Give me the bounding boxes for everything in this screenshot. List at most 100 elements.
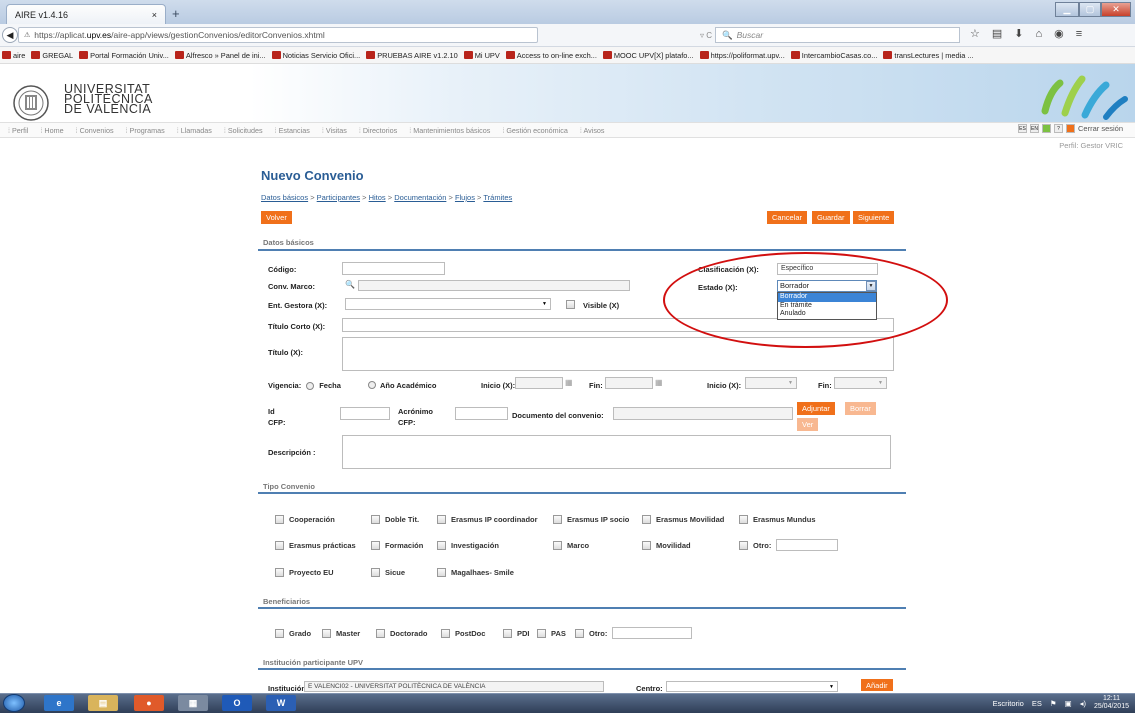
bookmark-item[interactable]: transLectures | media ...: [883, 51, 974, 60]
checkbox[interactable]: [275, 629, 284, 638]
close-icon[interactable]: ✕: [1101, 2, 1131, 17]
bookmark-item[interactable]: https://poliformat.upv...: [699, 51, 785, 60]
back-button[interactable]: Volver: [261, 211, 292, 224]
checkbox[interactable]: [537, 629, 546, 638]
bookmark-item[interactable]: IntercambioCasas.co...: [790, 51, 877, 60]
breadcrumb-link[interactable]: Flujos: [455, 193, 475, 202]
checkbox-option[interactable]: Cooperación: [275, 515, 335, 524]
calendar-icon[interactable]: ▦: [655, 378, 663, 387]
checkbox[interactable]: [437, 515, 446, 524]
menu-item[interactable]: Avisos: [580, 126, 604, 135]
ver-button[interactable]: Ver: [797, 418, 819, 431]
breadcrumb-link[interactable]: Trámites: [483, 193, 512, 202]
menu-item[interactable]: Perfil: [8, 126, 28, 135]
checkbox[interactable]: [376, 629, 385, 638]
fin-input[interactable]: [605, 377, 653, 389]
institucion-input[interactable]: E VALENCI02 - UNIVERSITAT POLITÈCNICA DE…: [304, 681, 604, 692]
adjuntar-button[interactable]: Adjuntar: [797, 402, 835, 415]
bookmark-item[interactable]: Noticias Servicio Ofici...: [271, 51, 360, 60]
home-icon[interactable]: ⌂: [1036, 28, 1043, 40]
borrar-button[interactable]: Borrar: [845, 402, 876, 415]
descripcion-input[interactable]: [342, 435, 891, 469]
flag-icon[interactable]: ⚑: [1050, 699, 1057, 708]
bookmark-item[interactable]: Access to on-line exch...: [505, 51, 597, 60]
green-badge-icon[interactable]: [1041, 124, 1051, 133]
fecha-radio[interactable]: [306, 381, 315, 390]
checkbox-option[interactable]: Proyecto EU: [275, 568, 334, 577]
checkbox[interactable]: [437, 541, 446, 550]
menu-item[interactable]: Solicitudes: [224, 126, 263, 135]
menu-item[interactable]: Convenios: [76, 126, 114, 135]
breadcrumb-link[interactable]: Participantes: [317, 193, 360, 202]
menu-item[interactable]: Programas: [126, 126, 165, 135]
lang-es-icon[interactable]: ES: [1017, 124, 1027, 133]
checkbox-option[interactable]: Magalhaes- Smile: [437, 568, 514, 577]
word-icon[interactable]: W: [266, 695, 296, 711]
checkbox-option[interactable]: PostDoc: [441, 629, 485, 638]
lock-icon[interactable]: [1065, 124, 1075, 133]
reading-list-icon[interactable]: ▤: [992, 27, 1002, 40]
checkbox-option[interactable]: Erasmus prácticas: [275, 541, 356, 550]
calendar-icon[interactable]: ▦: [565, 378, 573, 387]
checkbox-option[interactable]: Formación: [371, 541, 423, 550]
checkbox-option[interactable]: PDI: [503, 629, 530, 638]
checkbox[interactable]: [322, 629, 331, 638]
chrome-icon[interactable]: ●: [134, 695, 164, 711]
id-cfp-input[interactable]: [340, 407, 390, 420]
checkbox[interactable]: [503, 629, 512, 638]
ie-icon[interactable]: e: [44, 695, 74, 711]
checkbox-option[interactable]: Erasmus Mundus: [739, 515, 816, 524]
checkbox-option[interactable]: Investigación: [437, 541, 499, 550]
breadcrumb-link[interactable]: Hitos: [369, 193, 386, 202]
checkbox-option[interactable]: Otro:: [575, 629, 607, 638]
tipo-otro-input[interactable]: [776, 539, 838, 551]
bookmark-item[interactable]: GREGAL: [31, 51, 73, 60]
checkbox[interactable]: [642, 515, 651, 524]
bookmark-item[interactable]: PRUEBAS AIRE v1.2.10: [366, 51, 458, 60]
menu-item[interactable]: Home: [40, 126, 63, 135]
checkbox[interactable]: [739, 541, 748, 550]
checkbox-option[interactable]: Erasmus IP socio: [553, 515, 629, 524]
checkbox-option[interactable]: Master: [322, 629, 360, 638]
reload-icon[interactable]: ▿ C: [700, 31, 712, 40]
inicio2-select[interactable]: ▼: [745, 377, 797, 389]
menu-item[interactable]: Llamadas: [177, 126, 212, 135]
chat-icon[interactable]: ◉: [1054, 27, 1064, 40]
fin2-select[interactable]: ▼: [834, 377, 887, 389]
download-icon[interactable]: ⬇: [1014, 27, 1023, 40]
bookmark-item[interactable]: aire: [2, 51, 25, 60]
visible-checkbox[interactable]: [566, 300, 575, 309]
checkbox-option[interactable]: Sicue: [371, 568, 405, 577]
volume-icon[interactable]: ◂): [1080, 699, 1086, 708]
menu-item[interactable]: Directorios: [359, 126, 397, 135]
bookmark-item[interactable]: MOOC UPV[X] platafo...: [602, 51, 694, 60]
upv-logo-icon[interactable]: [12, 84, 52, 122]
clock[interactable]: 12:11 25/04/2015: [1094, 695, 1129, 711]
explorer-icon[interactable]: ▤: [88, 695, 118, 711]
escritorio-label[interactable]: Escritorio: [993, 699, 1024, 708]
menu-item[interactable]: Mantenimientos básicos: [409, 126, 490, 135]
checkbox[interactable]: [371, 515, 380, 524]
maximize-icon[interactable]: ▢: [1079, 2, 1101, 17]
documento-input[interactable]: [613, 407, 793, 420]
bookmark-item[interactable]: Portal Formación Univ...: [79, 51, 169, 60]
benef-otro-input[interactable]: [612, 627, 692, 639]
ent-gestora-select[interactable]: ▼: [345, 298, 551, 310]
calculator-icon[interactable]: ▦: [178, 695, 208, 711]
save-button[interactable]: Guardar: [812, 211, 850, 224]
checkbox-option[interactable]: PAS: [537, 629, 566, 638]
cancel-button[interactable]: Cancelar: [767, 211, 808, 224]
checkbox-option[interactable]: Doctorado: [376, 629, 428, 638]
lang-en-icon[interactable]: EN: [1029, 124, 1039, 133]
checkbox-option[interactable]: Otro:: [739, 541, 771, 550]
checkbox[interactable]: [275, 568, 284, 577]
menu-item[interactable]: Estancias: [275, 126, 310, 135]
codigo-input[interactable]: [342, 262, 445, 275]
anio-radio[interactable]: [368, 381, 376, 389]
checkbox[interactable]: [575, 629, 584, 638]
acronimo-input[interactable]: [455, 407, 508, 420]
start-button-icon[interactable]: [3, 694, 25, 712]
checkbox-option[interactable]: Grado: [275, 629, 311, 638]
checkbox[interactable]: [437, 568, 446, 577]
star-icon[interactable]: ☆: [970, 27, 980, 40]
